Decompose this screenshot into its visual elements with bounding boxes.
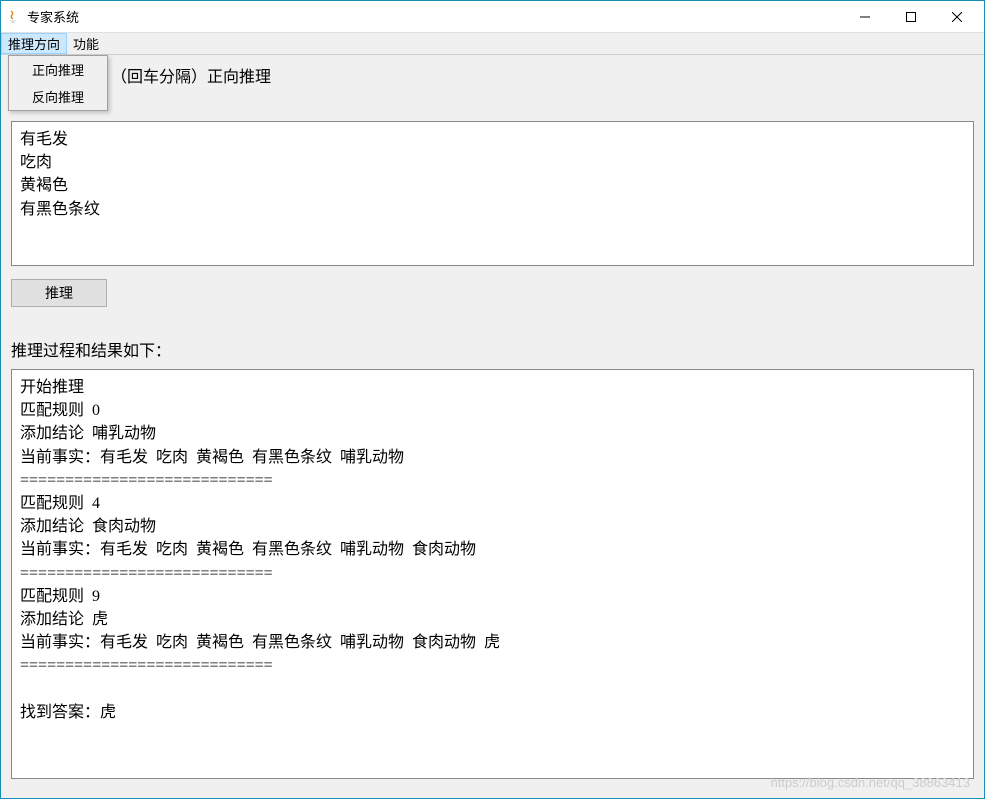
menu-function[interactable]: 功能 [67,33,105,54]
reason-button[interactable]: 推理 [11,279,107,307]
content-area: （回车分隔）正向推理 推理 推理过程和结果如下： 开始推理 匹配规则 0 添加结… [1,55,984,798]
menubar: 推理方向 功能 正向推理 反向推理 [1,33,984,55]
menu-reasoning-direction[interactable]: 推理方向 [1,33,67,54]
dropdown-forward-reasoning[interactable]: 正向推理 [9,56,107,83]
window-controls [842,2,980,32]
result-label: 推理过程和结果如下： [11,337,974,361]
window-title: 专家系统 [27,7,842,26]
result-output[interactable]: 开始推理 匹配规则 0 添加结论 哺乳动物 当前事实：有毛发 吃肉 黄褐色 有黑… [11,369,974,779]
input-label: （回车分隔）正向推理 [11,63,974,87]
dropdown-reasoning-direction: 正向推理 反向推理 [8,55,108,111]
facts-input[interactable] [11,121,974,266]
maximize-button[interactable] [888,2,934,32]
close-button[interactable] [934,2,980,32]
dropdown-backward-reasoning[interactable]: 反向推理 [9,83,107,110]
java-app-icon [5,9,21,25]
minimize-button[interactable] [842,2,888,32]
titlebar: 专家系统 [1,1,984,33]
